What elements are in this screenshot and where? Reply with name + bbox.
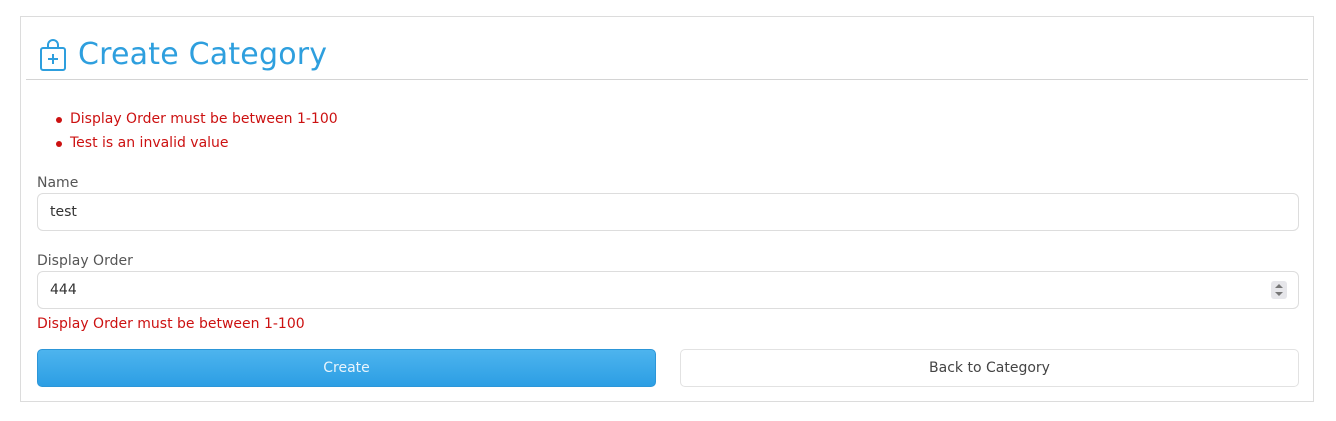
- display-order-input[interactable]: [37, 271, 1299, 309]
- card-header: Create Category: [26, 17, 1308, 80]
- validation-summary: Display Order must be between 1-100 Test…: [56, 107, 338, 155]
- name-label: Name: [37, 175, 79, 191]
- display-order-field: [37, 271, 1299, 309]
- create-category-card: Create Category Display Order must be be…: [20, 16, 1314, 402]
- back-to-category-button[interactable]: Back to Category: [680, 349, 1299, 387]
- number-stepper[interactable]: [1271, 281, 1287, 299]
- stepper-down-icon[interactable]: [1275, 292, 1283, 296]
- display-order-error: Display Order must be between 1-100: [37, 316, 305, 332]
- page-title: Create Category: [78, 37, 328, 72]
- stepper-up-icon[interactable]: [1275, 284, 1283, 288]
- validation-error-item: Display Order must be between 1-100: [56, 107, 338, 131]
- name-input[interactable]: [37, 193, 1299, 231]
- validation-error-item: Test is an invalid value: [56, 131, 338, 155]
- create-button[interactable]: Create: [37, 349, 656, 387]
- bag-plus-icon: [38, 39, 68, 71]
- display-order-label: Display Order: [37, 253, 133, 269]
